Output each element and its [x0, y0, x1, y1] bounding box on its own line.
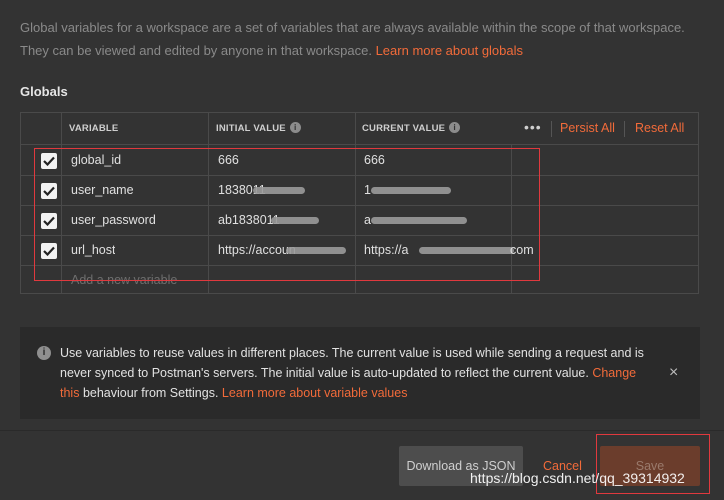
header-divider	[551, 121, 552, 137]
current-value-column-header: CURRENT VALUE i	[362, 113, 461, 144]
learn-more-variables-link[interactable]: Learn more about variable values	[222, 386, 408, 400]
info-icon[interactable]: i	[449, 121, 461, 133]
footer-divider	[0, 430, 724, 431]
variables-info-banner: i Use variables to reuse values in diffe…	[20, 327, 700, 419]
table-header: VARIABLE INITIAL VALUE i CURRENT VALUE i •…	[21, 113, 698, 145]
info-icon[interactable]: i	[289, 121, 301, 133]
globals-description: Global variables for a workspace are a s…	[20, 16, 710, 62]
highlight-box	[34, 148, 540, 281]
more-options-icon[interactable]: •••	[524, 120, 542, 134]
info-icon: i	[37, 346, 51, 360]
watermark: https://blog.csdn.net/qq_39314932	[470, 470, 685, 486]
info-text: Use variables to reuse values in differe…	[60, 346, 644, 400]
header-divider	[624, 121, 625, 137]
close-icon[interactable]: ×	[669, 364, 678, 382]
globals-description-text: Global variables for a workspace are a s…	[20, 20, 685, 58]
variable-column-header: VARIABLE	[69, 123, 119, 134]
globals-heading: Globals	[20, 84, 68, 99]
persist-all-button[interactable]: Persist All	[560, 113, 615, 144]
reset-all-button[interactable]: Reset All	[635, 113, 684, 144]
learn-more-globals-link[interactable]: Learn more about globals	[376, 43, 523, 58]
initial-value-column-header: INITIAL VALUE i	[216, 113, 301, 144]
